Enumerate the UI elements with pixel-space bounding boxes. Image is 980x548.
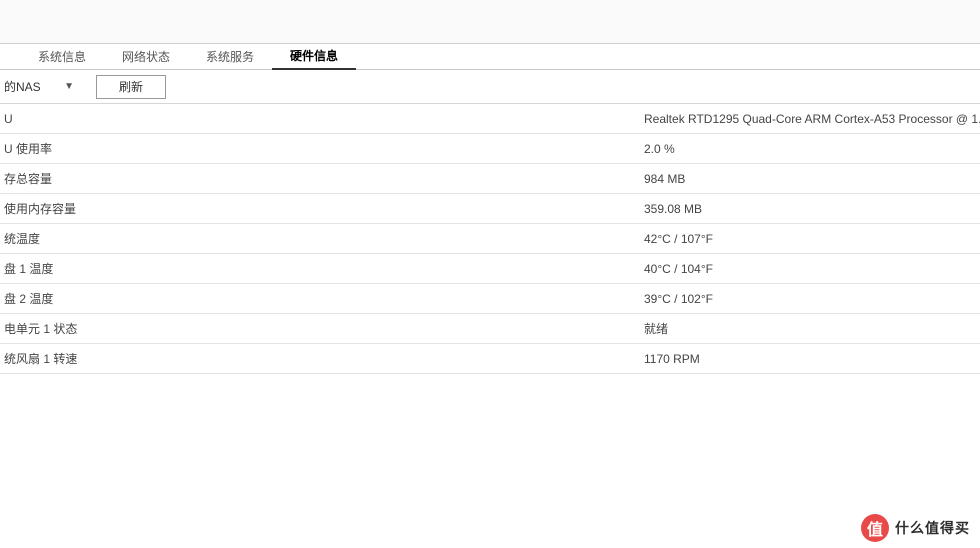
table-row: 盘 2 温度 39°C / 102°F bbox=[0, 284, 980, 314]
row-value-mem-used: 359.08 MB bbox=[640, 196, 980, 222]
row-value-sys-temp: 42°C / 107°F bbox=[640, 226, 980, 252]
row-label-psu1-status: 电单元 1 状态 bbox=[0, 314, 640, 343]
table-row: 存总容量 984 MB bbox=[0, 164, 980, 194]
row-value-fan1-speed: 1170 RPM bbox=[640, 346, 980, 372]
toolbar: 的NAS ▼ 刷新 bbox=[0, 70, 980, 104]
tabs-bar: 系统信息 网络状态 系统服务 硬件信息 bbox=[0, 44, 980, 70]
tab-hardware-info[interactable]: 硬件信息 bbox=[272, 42, 356, 70]
row-value-disk2-temp: 39°C / 102°F bbox=[640, 286, 980, 312]
hardware-info-table: U Realtek RTD1295 Quad-Core ARM Cortex-A… bbox=[0, 104, 980, 374]
watermark: 值 什么值得买 bbox=[861, 514, 970, 542]
row-value-psu1-status: 就绪 bbox=[640, 314, 980, 343]
table-row: 统温度 42°C / 107°F bbox=[0, 224, 980, 254]
table-row: 使用内存容量 359.08 MB bbox=[0, 194, 980, 224]
row-label-cpu: U bbox=[0, 106, 640, 132]
row-value-cpu-usage: 2.0 % bbox=[640, 136, 980, 162]
chevron-down-icon: ▼ bbox=[64, 81, 74, 92]
row-label-sys-temp: 统温度 bbox=[0, 224, 640, 253]
table-row: U 使用率 2.0 % bbox=[0, 134, 980, 164]
refresh-button[interactable]: 刷新 bbox=[96, 75, 166, 99]
nas-selector[interactable]: 的NAS ▼ bbox=[0, 75, 82, 99]
row-label-mem-used: 使用内存容量 bbox=[0, 194, 640, 223]
tab-system-info[interactable]: 系统信息 bbox=[20, 43, 104, 69]
table-row: 电单元 1 状态 就绪 bbox=[0, 314, 980, 344]
row-label-disk2-temp: 盘 2 温度 bbox=[0, 284, 640, 313]
row-label-fan1-speed: 统风扇 1 转速 bbox=[0, 344, 640, 373]
window-header-spacer bbox=[0, 0, 980, 44]
tab-network-status[interactable]: 网络状态 bbox=[104, 43, 188, 69]
tab-system-service[interactable]: 系统服务 bbox=[188, 43, 272, 69]
nas-selector-value: 的NAS bbox=[4, 78, 41, 95]
row-label-mem-total: 存总容量 bbox=[0, 164, 640, 193]
row-value-disk1-temp: 40°C / 104°F bbox=[640, 256, 980, 282]
table-row: U Realtek RTD1295 Quad-Core ARM Cortex-A… bbox=[0, 104, 980, 134]
table-row: 统风扇 1 转速 1170 RPM bbox=[0, 344, 980, 374]
watermark-text: 什么值得买 bbox=[895, 518, 970, 538]
watermark-icon: 值 bbox=[861, 514, 889, 542]
row-label-disk1-temp: 盘 1 温度 bbox=[0, 254, 640, 283]
row-value-cpu: Realtek RTD1295 Quad-Core ARM Cortex-A53… bbox=[640, 104, 980, 133]
row-value-mem-total: 984 MB bbox=[640, 166, 980, 192]
row-label-cpu-usage: U 使用率 bbox=[0, 134, 640, 163]
table-row: 盘 1 温度 40°C / 104°F bbox=[0, 254, 980, 284]
